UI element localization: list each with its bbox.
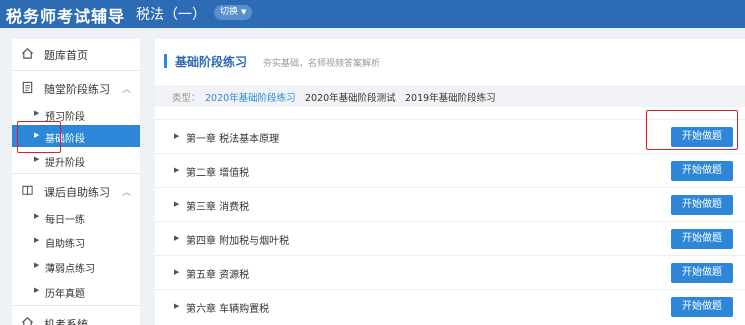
brand-title: 税务师考试辅导 bbox=[6, 7, 126, 26]
caret-right-icon: ▶ bbox=[34, 109, 40, 117]
sidebar-item-past-exams[interactable]: ▶ 历年真题 bbox=[12, 280, 140, 302]
caret-right-icon: ▶ bbox=[34, 212, 40, 220]
sidebar: 题库首页 随堂阶段练习 ︿ ▶ 预习阶段 ▶ 基础阶段 ▶ 提升阶段 课后自助练… bbox=[12, 39, 140, 325]
sidebar-item-label: 薄弱点练习 bbox=[45, 264, 95, 275]
home-icon bbox=[21, 48, 34, 59]
sidebar-item-label: 题库首页 bbox=[44, 49, 88, 62]
chapter-row[interactable]: ▶ 第六章 车辆购置税 开始做题 bbox=[155, 289, 745, 323]
page-title: 基础阶段练习 bbox=[175, 55, 248, 69]
sidebar-section-self-practice[interactable]: 课后自助练习 ︿ bbox=[12, 176, 140, 206]
caret-right-icon: ▶ bbox=[174, 166, 180, 174]
sidebar-item-exam-system[interactable]: 机考系统 bbox=[12, 308, 140, 325]
chevron-up-icon: ︿ bbox=[122, 85, 132, 95]
caret-right-icon: ▶ bbox=[174, 268, 180, 276]
document-icon bbox=[22, 81, 33, 94]
filter-option-2019-basic-practice[interactable]: 2019年基础阶段练习 bbox=[405, 90, 496, 104]
start-practice-button[interactable]: 开始做题 bbox=[671, 229, 733, 249]
divider bbox=[12, 173, 140, 174]
filter-bar: 类型： 2020年基础阶段练习 2020年基础阶段测试 2019年基础阶段练习 bbox=[155, 85, 745, 107]
chapter-row[interactable]: ▶ 第四章 附加税与烟叶税 开始做题 bbox=[155, 221, 745, 255]
sidebar-item-weak-points[interactable]: ▶ 薄弱点练习 bbox=[12, 255, 140, 277]
subject-name: 税法（一） bbox=[136, 7, 206, 23]
chapter-row[interactable]: ▶ 第三章 消费税 开始做题 bbox=[155, 187, 745, 221]
start-practice-button[interactable]: 开始做题 bbox=[671, 161, 733, 181]
switch-subject-button[interactable]: 切换 ▼ bbox=[214, 5, 253, 20]
sidebar-item-label: 自助练习 bbox=[45, 239, 85, 250]
sidebar-item-home[interactable]: 题库首页 bbox=[12, 39, 140, 69]
chapter-title: 第六章 车辆购置税 bbox=[186, 304, 270, 315]
chapter-title: 第四章 附加税与烟叶税 bbox=[186, 236, 290, 247]
chevron-up-icon: ︿ bbox=[122, 188, 132, 198]
divider bbox=[12, 70, 140, 71]
chevron-down-icon: ▼ bbox=[241, 8, 247, 16]
sidebar-section-stage-practice[interactable]: 随堂阶段练习 ︿ bbox=[12, 73, 140, 103]
caret-right-icon: ▶ bbox=[174, 234, 180, 242]
sidebar-item-label: 机考系统 bbox=[44, 318, 88, 325]
caret-right-icon: ▶ bbox=[34, 261, 40, 269]
chapter-title: 第五章 资源税 bbox=[186, 270, 250, 281]
home-icon bbox=[21, 317, 34, 325]
caret-right-icon: ▶ bbox=[34, 155, 40, 163]
caret-right-icon: ▶ bbox=[34, 286, 40, 294]
chapter-title: 第二章 增值税 bbox=[186, 168, 250, 179]
sidebar-section-label: 随堂阶段练习 bbox=[44, 83, 110, 96]
caret-right-icon: ▶ bbox=[174, 302, 180, 310]
main-panel: 基础阶段练习 夯实基础，名师视频答案解析 类型： 2020年基础阶段练习 202… bbox=[155, 39, 745, 325]
switch-label: 切换 bbox=[220, 7, 239, 17]
caret-right-icon: ▶ bbox=[34, 236, 40, 244]
start-practice-button[interactable]: 开始做题 bbox=[671, 195, 733, 215]
sidebar-item-daily[interactable]: ▶ 每日一练 bbox=[12, 206, 140, 228]
sidebar-section-label: 课后自助练习 bbox=[44, 186, 110, 199]
book-icon bbox=[22, 185, 33, 196]
caret-right-icon: ▶ bbox=[174, 132, 180, 140]
page-subtitle: 夯实基础，名师视频答案解析 bbox=[263, 59, 381, 69]
sidebar-item-self-help[interactable]: ▶ 自助练习 bbox=[12, 230, 140, 252]
sidebar-item-label: 历年真题 bbox=[45, 289, 85, 300]
start-practice-button[interactable]: 开始做题 bbox=[671, 297, 733, 317]
chapter-row[interactable]: ▶ 第二章 增值税 开始做题 bbox=[155, 153, 745, 187]
filter-label: 类型： bbox=[172, 93, 201, 104]
sidebar-item-label: 提升阶段 bbox=[45, 158, 85, 169]
chapter-row[interactable]: ▶ 第五章 资源税 开始做题 bbox=[155, 255, 745, 289]
title-accent-bar bbox=[164, 54, 167, 68]
highlight-box-start-button bbox=[646, 110, 738, 150]
filter-option-2020-basic-test[interactable]: 2020年基础阶段测试 bbox=[305, 90, 396, 104]
caret-right-icon: ▶ bbox=[174, 200, 180, 208]
divider bbox=[12, 305, 140, 306]
chapter-title: 第三章 消费税 bbox=[186, 202, 250, 213]
highlight-box-sidebar bbox=[17, 121, 61, 153]
chapter-title: 第一章 税法基本原理 bbox=[186, 134, 280, 145]
top-bar: 税务师考试辅导 税法（一） 切换 ▼ bbox=[0, 0, 745, 28]
start-practice-button[interactable]: 开始做题 bbox=[671, 263, 733, 283]
filter-option-2020-basic-practice[interactable]: 2020年基础阶段练习 bbox=[205, 90, 296, 104]
sidebar-item-label: 每日一练 bbox=[45, 215, 85, 226]
